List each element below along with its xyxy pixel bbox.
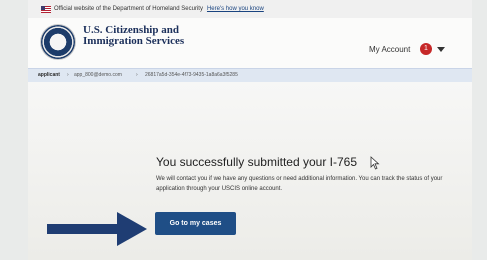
heres-how-you-know-link[interactable]: Here's how you know [207,6,264,12]
notification-badge[interactable]: 1 [420,43,432,55]
breadcrumb: applicant › app_800@demo.com › 26817a5d-… [28,68,472,83]
mouse-cursor-icon [370,156,380,170]
success-message: We will contact you if we have any quest… [156,176,443,192]
success-title: You successfully submitted your I-765 [156,155,357,169]
site-header: U.S. Citizenship and Immigration Service… [28,18,472,68]
dhs-seal-icon[interactable] [41,25,75,59]
breadcrumb-email: app_800@demo.com [74,72,122,78]
my-account-menu[interactable]: My Account [369,45,410,54]
agency-name[interactable]: U.S. Citizenship and Immigration Service… [83,25,213,47]
banner-text: Official website of the Department of Ho… [54,6,203,12]
arrow-right-icon [47,212,147,246]
breadcrumb-separator: › [136,72,138,78]
breadcrumb-role: applicant [38,72,60,78]
breadcrumb-separator: › [67,72,69,78]
go-to-my-cases-button[interactable]: Go to my cases [155,212,236,235]
official-website-banner: Official website of the Department of Ho… [28,0,472,19]
us-flag-icon [41,6,51,13]
breadcrumb-account-id: 26817a5d-354e-4f73-9435-1a8a6a3f5285 [145,72,238,78]
caret-down-icon[interactable] [437,47,445,52]
banner-text-wrap: Official website of the Department of Ho… [54,0,264,18]
